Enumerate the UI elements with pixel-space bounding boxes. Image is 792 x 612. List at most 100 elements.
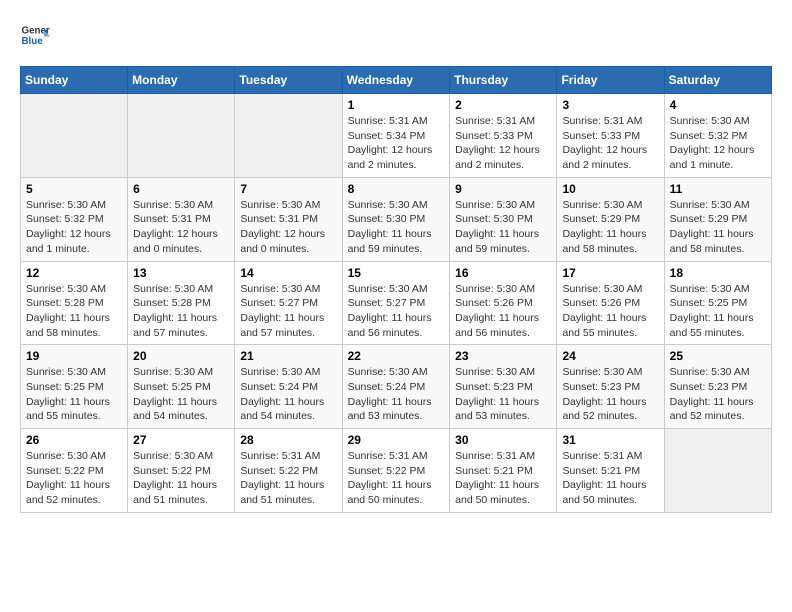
calendar-cell: 25 Sunrise: 5:30 AM Sunset: 5:23 PM Dayli… (664, 345, 771, 429)
day-info: Sunrise: 5:30 AM Sunset: 5:22 PM Dayligh… (133, 449, 229, 508)
calendar-cell: 29 Sunrise: 5:31 AM Sunset: 5:22 PM Dayli… (342, 429, 450, 513)
day-info: Sunrise: 5:30 AM Sunset: 5:27 PM Dayligh… (240, 282, 336, 341)
day-number: 28 (240, 433, 336, 447)
day-info: Sunrise: 5:30 AM Sunset: 5:30 PM Dayligh… (455, 198, 551, 257)
calendar-cell (235, 94, 342, 178)
day-info: Sunrise: 5:30 AM Sunset: 5:24 PM Dayligh… (348, 365, 445, 424)
day-info: Sunrise: 5:30 AM Sunset: 5:30 PM Dayligh… (348, 198, 445, 257)
day-number: 19 (26, 349, 122, 363)
calendar-week-row: 12Sunrise: 5:30 AM Sunset: 5:28 PM Dayli… (21, 261, 772, 345)
calendar-cell: 18 Sunrise: 5:30 AM Sunset: 5:25 PM Dayli… (664, 261, 771, 345)
day-number: 21 (240, 349, 336, 363)
calendar-cell: 31Sunrise: 5:31 AM Sunset: 5:21 PM Dayli… (557, 429, 664, 513)
logo: General Blue (20, 20, 50, 50)
day-info: Sunrise: 5:31 AM Sunset: 5:33 PM Dayligh… (562, 114, 658, 173)
calendar-cell: 13Sunrise: 5:30 AM Sunset: 5:28 PM Dayli… (128, 261, 235, 345)
day-info: Sunrise: 5:31 AM Sunset: 5:22 PM Dayligh… (240, 449, 336, 508)
day-number: 3 (562, 98, 658, 112)
calendar-cell: 1Sunrise: 5:31 AM Sunset: 5:34 PM Daylig… (342, 94, 450, 178)
day-info: Sunrise: 5:30 AM Sunset: 5:26 PM Dayligh… (562, 282, 658, 341)
day-number: 16 (455, 266, 551, 280)
day-info: Sunrise: 5:30 AM Sunset: 5:22 PM Dayligh… (26, 449, 122, 508)
calendar-table: SundayMondayTuesdayWednesdayThursdayFrid… (20, 66, 772, 513)
calendar-cell: 8 Sunrise: 5:30 AM Sunset: 5:30 PM Daylig… (342, 177, 450, 261)
day-number: 2 (455, 98, 551, 112)
calendar-cell: 3 Sunrise: 5:31 AM Sunset: 5:33 PM Daylig… (557, 94, 664, 178)
day-number: 30 (455, 433, 551, 447)
calendar-cell (21, 94, 128, 178)
calendar-cell: 12Sunrise: 5:30 AM Sunset: 5:28 PM Dayli… (21, 261, 128, 345)
calendar-cell: 30 Sunrise: 5:31 AM Sunset: 5:21 PM Dayli… (450, 429, 557, 513)
calendar-week-row: 19 Sunrise: 5:30 AM Sunset: 5:25 PM Dayli… (21, 345, 772, 429)
day-number: 20 (133, 349, 229, 363)
weekday-header-tuesday: Tuesday (235, 67, 342, 94)
calendar-cell: 14 Sunrise: 5:30 AM Sunset: 5:27 PM Dayli… (235, 261, 342, 345)
day-number: 5 (26, 182, 122, 196)
day-info: Sunrise: 5:30 AM Sunset: 5:23 PM Dayligh… (562, 365, 658, 424)
day-number: 4 (670, 98, 766, 112)
day-number: 14 (240, 266, 336, 280)
calendar-week-row: 1Sunrise: 5:31 AM Sunset: 5:34 PM Daylig… (21, 94, 772, 178)
day-number: 9 (455, 182, 551, 196)
calendar-cell: 21 Sunrise: 5:30 AM Sunset: 5:24 PM Dayli… (235, 345, 342, 429)
weekday-header-thursday: Thursday (450, 67, 557, 94)
day-info: Sunrise: 5:30 AM Sunset: 5:29 PM Dayligh… (670, 198, 766, 257)
calendar-cell: 23 Sunrise: 5:30 AM Sunset: 5:23 PM Dayli… (450, 345, 557, 429)
day-number: 17 (562, 266, 658, 280)
day-info: Sunrise: 5:30 AM Sunset: 5:32 PM Dayligh… (26, 198, 122, 257)
weekday-header-monday: Monday (128, 67, 235, 94)
day-number: 22 (348, 349, 445, 363)
day-info: Sunrise: 5:31 AM Sunset: 5:21 PM Dayligh… (562, 449, 658, 508)
day-info: Sunrise: 5:30 AM Sunset: 5:31 PM Dayligh… (240, 198, 336, 257)
calendar-cell: 5 Sunrise: 5:30 AM Sunset: 5:32 PM Daylig… (21, 177, 128, 261)
day-number: 18 (670, 266, 766, 280)
day-info: Sunrise: 5:30 AM Sunset: 5:31 PM Dayligh… (133, 198, 229, 257)
weekday-header-sunday: Sunday (21, 67, 128, 94)
day-number: 24 (562, 349, 658, 363)
day-number: 29 (348, 433, 445, 447)
day-info: Sunrise: 5:31 AM Sunset: 5:33 PM Dayligh… (455, 114, 551, 173)
day-number: 12 (26, 266, 122, 280)
calendar-cell: 27 Sunrise: 5:30 AM Sunset: 5:22 PM Dayli… (128, 429, 235, 513)
calendar-cell (664, 429, 771, 513)
calendar-cell: 22 Sunrise: 5:30 AM Sunset: 5:24 PM Dayli… (342, 345, 450, 429)
calendar-cell: 26 Sunrise: 5:30 AM Sunset: 5:22 PM Dayli… (21, 429, 128, 513)
calendar-cell: 4 Sunrise: 5:30 AM Sunset: 5:32 PM Daylig… (664, 94, 771, 178)
calendar-cell: 10Sunrise: 5:30 AM Sunset: 5:29 PM Dayli… (557, 177, 664, 261)
svg-text:Blue: Blue (22, 36, 44, 47)
day-info: Sunrise: 5:30 AM Sunset: 5:25 PM Dayligh… (670, 282, 766, 341)
day-info: Sunrise: 5:31 AM Sunset: 5:22 PM Dayligh… (348, 449, 445, 508)
calendar-cell: 11Sunrise: 5:30 AM Sunset: 5:29 PM Dayli… (664, 177, 771, 261)
day-number: 8 (348, 182, 445, 196)
calendar-cell: 20 Sunrise: 5:30 AM Sunset: 5:25 PM Dayli… (128, 345, 235, 429)
calendar-cell: 15Sunrise: 5:30 AM Sunset: 5:27 PM Dayli… (342, 261, 450, 345)
day-number: 7 (240, 182, 336, 196)
day-info: Sunrise: 5:30 AM Sunset: 5:32 PM Dayligh… (670, 114, 766, 173)
day-number: 23 (455, 349, 551, 363)
day-info: Sunrise: 5:30 AM Sunset: 5:24 PM Dayligh… (240, 365, 336, 424)
day-number: 27 (133, 433, 229, 447)
day-info: Sunrise: 5:30 AM Sunset: 5:25 PM Dayligh… (26, 365, 122, 424)
day-info: Sunrise: 5:30 AM Sunset: 5:23 PM Dayligh… (455, 365, 551, 424)
day-info: Sunrise: 5:31 AM Sunset: 5:21 PM Dayligh… (455, 449, 551, 508)
calendar-week-row: 26 Sunrise: 5:30 AM Sunset: 5:22 PM Dayli… (21, 429, 772, 513)
logo-icon: General Blue (20, 20, 50, 50)
day-number: 25 (670, 349, 766, 363)
calendar-cell: 6 Sunrise: 5:30 AM Sunset: 5:31 PM Daylig… (128, 177, 235, 261)
day-number: 26 (26, 433, 122, 447)
calendar-cell: 24 Sunrise: 5:30 AM Sunset: 5:23 PM Dayli… (557, 345, 664, 429)
calendar-cell: 9 Sunrise: 5:30 AM Sunset: 5:30 PM Daylig… (450, 177, 557, 261)
calendar-cell: 19 Sunrise: 5:30 AM Sunset: 5:25 PM Dayli… (21, 345, 128, 429)
calendar-cell: 16Sunrise: 5:30 AM Sunset: 5:26 PM Dayli… (450, 261, 557, 345)
day-number: 6 (133, 182, 229, 196)
weekday-header-friday: Friday (557, 67, 664, 94)
day-info: Sunrise: 5:30 AM Sunset: 5:29 PM Dayligh… (562, 198, 658, 257)
day-info: Sunrise: 5:30 AM Sunset: 5:23 PM Dayligh… (670, 365, 766, 424)
day-number: 13 (133, 266, 229, 280)
day-info: Sunrise: 5:30 AM Sunset: 5:25 PM Dayligh… (133, 365, 229, 424)
day-number: 15 (348, 266, 445, 280)
page-header: General Blue (20, 20, 772, 50)
calendar-cell: 17 Sunrise: 5:30 AM Sunset: 5:26 PM Dayli… (557, 261, 664, 345)
calendar-cell: 2 Sunrise: 5:31 AM Sunset: 5:33 PM Daylig… (450, 94, 557, 178)
weekday-header-saturday: Saturday (664, 67, 771, 94)
